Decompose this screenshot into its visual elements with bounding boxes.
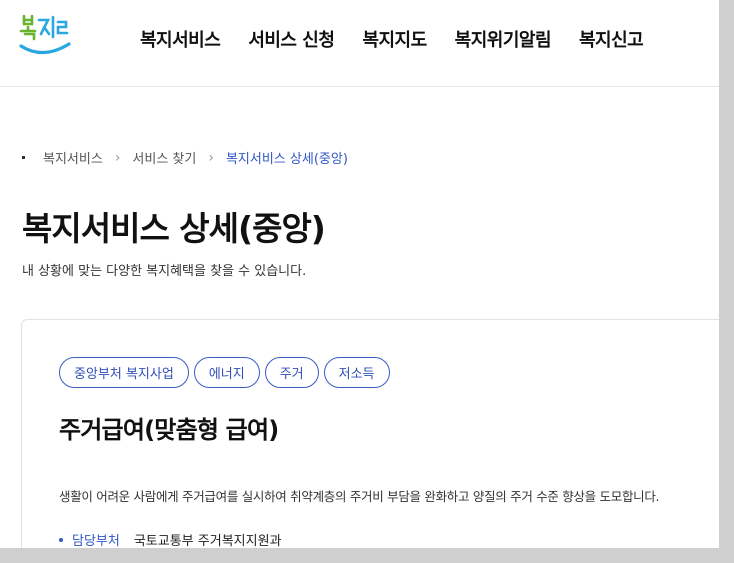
nav-service-apply[interactable]: 서비스 신청 xyxy=(248,26,335,52)
department-value: 국토교통부 주거복지지원과 xyxy=(133,534,282,548)
breadcrumb-current: 복지서비스 상세(중앙) xyxy=(225,152,348,167)
department-label: 담당부처 xyxy=(72,534,120,548)
page: 복지서비스 서비스 신청 복지지도 복지위기알림 복지신고 복지서비스 › 서비… xyxy=(0,0,719,548)
nav-welfare-services[interactable]: 복지서비스 xyxy=(140,26,221,52)
tag-central-ministry[interactable]: 중앙부처 복지사업 xyxy=(59,357,189,388)
chevron-right-icon: › xyxy=(208,149,214,166)
department-row: 담당부처 국토교통부 주거복지지원과 xyxy=(59,530,282,548)
service-description: 생활이 어려운 사람에게 주거급여를 실시하여 취약계층의 주거비 부담을 완화… xyxy=(59,489,660,504)
main-nav: 복지서비스 서비스 신청 복지지도 복지위기알림 복지신고 xyxy=(140,26,671,52)
header: 복지서비스 서비스 신청 복지지도 복지위기알림 복지신고 xyxy=(0,0,719,87)
tag-low-income[interactable]: 저소득 xyxy=(323,357,390,388)
nav-welfare-report[interactable]: 복지신고 xyxy=(579,26,644,52)
service-title: 주거급여(맞춤형 급여) xyxy=(59,416,279,444)
nav-crisis-alert[interactable]: 복지위기알림 xyxy=(455,26,552,52)
tag-housing[interactable]: 주거 xyxy=(264,357,319,388)
breadcrumb-item-service-search[interactable]: 서비스 찾기 xyxy=(132,148,196,167)
logo-graphic xyxy=(19,14,71,55)
tag-energy[interactable]: 에너지 xyxy=(193,357,260,388)
breadcrumb-home-icon[interactable] xyxy=(22,156,25,159)
page-title: 복지서비스 상세(중앙) xyxy=(22,209,326,248)
bullet-icon xyxy=(59,537,63,542)
page-description: 내 상황에 맞는 다양한 복지혜택을 찾을 수 있습니다. xyxy=(22,264,307,279)
logo[interactable] xyxy=(17,10,77,62)
service-tags: 중앙부처 복지사업 에너지 주거 저소득 xyxy=(59,357,390,388)
breadcrumb: 복지서비스 › 서비스 찾기 › 복지서비스 상세(중앙) xyxy=(22,148,348,167)
breadcrumb-item-welfare-services[interactable]: 복지서비스 xyxy=(43,148,103,167)
chevron-right-icon: › xyxy=(114,149,121,166)
nav-welfare-map[interactable]: 복지지도 xyxy=(362,26,427,52)
service-card: 중앙부처 복지사업 에너지 주거 저소득 주거급여(맞춤형 급여) 생활이 어려… xyxy=(21,319,719,548)
